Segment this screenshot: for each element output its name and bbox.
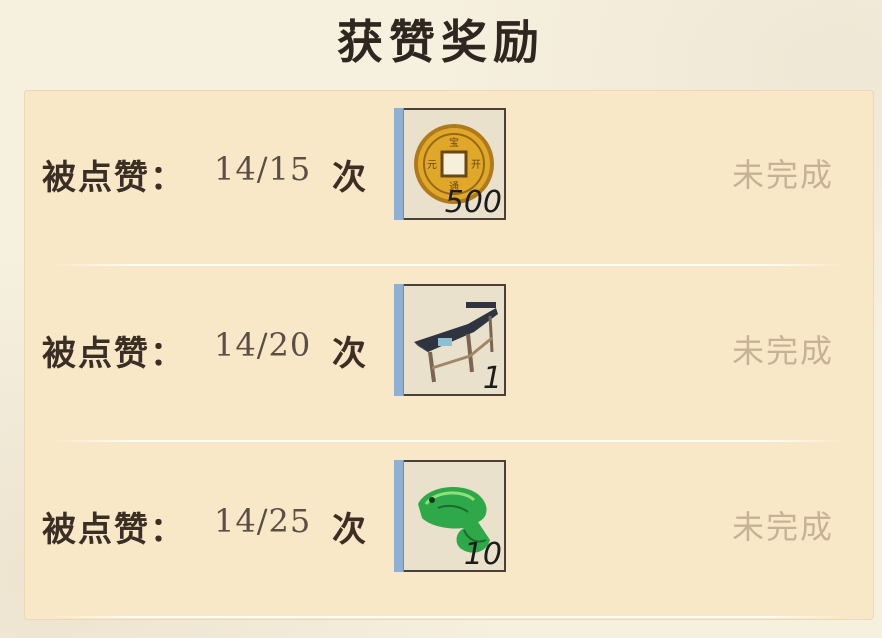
- reward-row: 被点赞： 14/25 次 10 未完成: [24, 442, 874, 618]
- reward-row: 被点赞： 14/20 次 1 未完成: [24, 266, 874, 442]
- likes-unit: 次: [332, 510, 366, 550]
- likes-unit: 次: [332, 334, 366, 374]
- slot-rarity-bar: [394, 284, 404, 396]
- status-label: 未完成: [731, 508, 834, 546]
- likes-count: 14/20: [214, 326, 312, 364]
- likes-count: 14/15: [214, 150, 312, 188]
- reward-row: 被点赞： 14/15 次 宝 通 元 开 500 未完成: [24, 90, 874, 266]
- likes-unit: 次: [332, 158, 366, 198]
- likes-label: 被点赞：: [42, 334, 186, 374]
- reward-slot[interactable]: 1: [394, 284, 506, 396]
- slot-rarity-bar: [394, 460, 404, 572]
- slot-rarity-bar: [394, 108, 404, 220]
- status-label: 未完成: [731, 156, 834, 194]
- reward-quantity: 500: [444, 185, 502, 220]
- reward-quantity: 10: [463, 537, 502, 572]
- likes-label: 被点赞：: [42, 158, 186, 198]
- likes-label: 被点赞：: [42, 510, 186, 550]
- likes-count: 14/25: [214, 502, 312, 540]
- svg-text:元: 元: [427, 160, 437, 171]
- status-label: 未完成: [731, 332, 834, 370]
- reward-slot[interactable]: 宝 通 元 开 500: [394, 108, 506, 220]
- reward-list: 被点赞： 14/15 次 宝 通 元 开 500 未完成 被点赞： 14/20 …: [24, 90, 874, 620]
- reward-slot[interactable]: 10: [394, 460, 506, 572]
- svg-text:开: 开: [471, 160, 481, 171]
- reward-quantity: 1: [482, 361, 502, 396]
- row-divider: [52, 616, 846, 618]
- page-title: 获赞奖励: [337, 15, 545, 69]
- svg-text:宝: 宝: [449, 136, 459, 149]
